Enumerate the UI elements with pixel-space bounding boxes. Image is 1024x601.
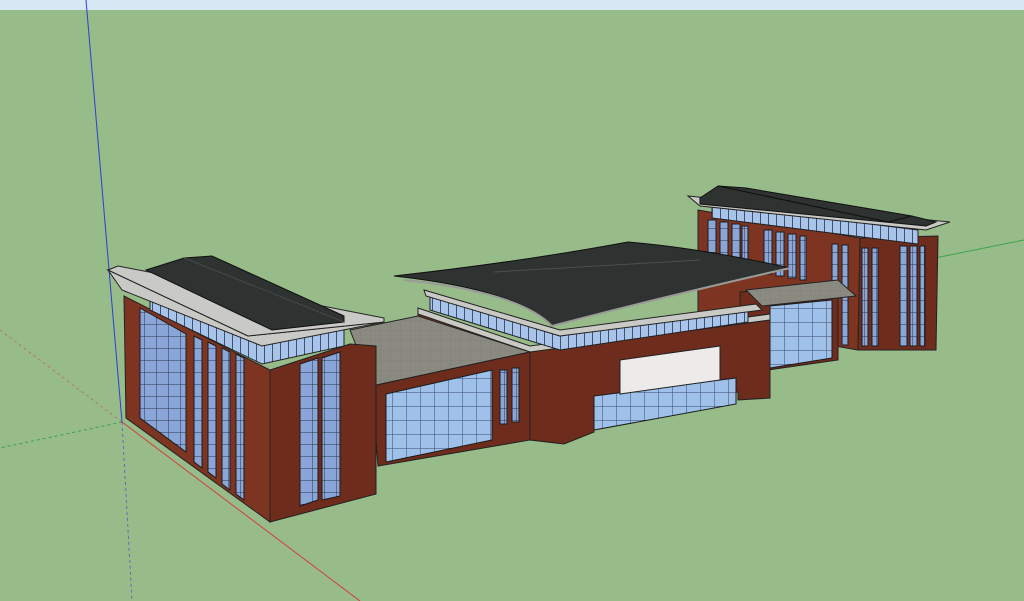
sky-band xyxy=(0,0,1024,10)
sketchup-viewport[interactable] xyxy=(0,0,1024,601)
model-canvas[interactable] xyxy=(0,0,1024,601)
